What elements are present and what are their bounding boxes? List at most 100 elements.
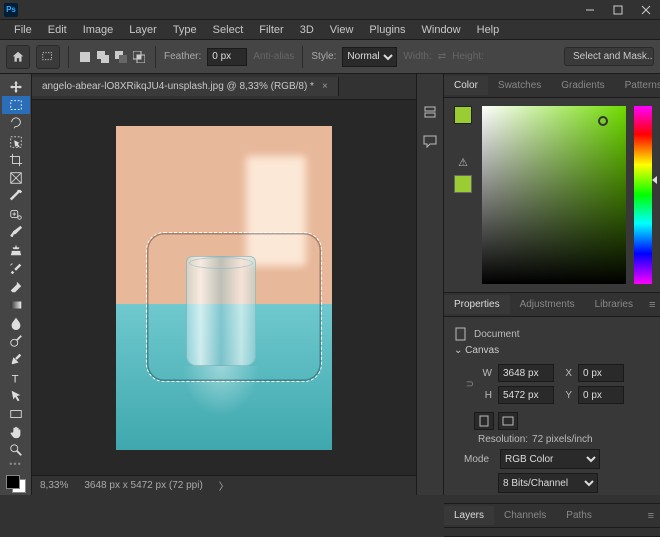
menu-plugins[interactable]: Plugins xyxy=(361,22,413,38)
lasso-tool[interactable] xyxy=(2,114,30,132)
canvas-viewport[interactable] xyxy=(32,100,416,475)
tool-preset-picker[interactable] xyxy=(36,45,60,69)
eyedropper-tool[interactable] xyxy=(2,187,30,205)
document-area: angelo-abear-lO8XRikqJU4-unsplash.jpg @ … xyxy=(32,74,416,495)
tab-gradients[interactable]: Gradients xyxy=(551,76,614,95)
clone-stamp-tool[interactable] xyxy=(2,241,30,259)
link-wh-icon[interactable]: ⊃ xyxy=(464,364,476,404)
edit-toolbar-icon[interactable]: ••• xyxy=(9,459,21,469)
maximize-button[interactable] xyxy=(604,0,632,20)
healing-brush-tool[interactable] xyxy=(2,205,30,223)
document-tab[interactable]: angelo-abear-lO8XRikqJU4-unsplash.jpg @ … xyxy=(32,77,339,96)
hand-tool[interactable] xyxy=(2,423,30,441)
canvas-width-input[interactable] xyxy=(498,364,554,382)
orientation-portrait-icon[interactable] xyxy=(474,412,494,430)
menu-view[interactable]: View xyxy=(322,22,362,38)
minimize-button[interactable] xyxy=(576,0,604,20)
menu-layer[interactable]: Layer xyxy=(121,22,165,38)
color-mode-select[interactable]: RGB Color xyxy=(500,449,600,469)
brush-tool[interactable] xyxy=(2,223,30,241)
menu-image[interactable]: Image xyxy=(75,22,122,38)
color-field[interactable] xyxy=(482,106,626,284)
canvas-y-input[interactable] xyxy=(578,386,624,404)
bit-depth-select[interactable]: 8 Bits/Channel xyxy=(498,473,598,493)
history-brush-tool[interactable] xyxy=(2,260,30,278)
foreground-color-swatch[interactable] xyxy=(6,475,20,489)
close-button[interactable] xyxy=(632,0,660,20)
menu-filter[interactable]: Filter xyxy=(251,22,291,38)
toolbox: T ••• xyxy=(0,74,32,495)
status-menu-icon[interactable]: 〉 xyxy=(219,478,229,493)
tab-patterns[interactable]: Patterns xyxy=(615,76,660,95)
subtract-from-selection-icon[interactable] xyxy=(113,49,129,65)
tab-adjustments[interactable]: Adjustments xyxy=(510,295,585,314)
frame-tool[interactable] xyxy=(2,169,30,187)
zoom-level[interactable]: 8,33% xyxy=(40,480,68,491)
intersect-selection-icon[interactable] xyxy=(131,49,147,65)
history-panel-icon[interactable] xyxy=(421,104,439,122)
menu-help[interactable]: Help xyxy=(469,22,508,38)
color-picker-ring[interactable] xyxy=(598,116,608,126)
blur-tool[interactable] xyxy=(2,314,30,332)
canvas-height-input[interactable] xyxy=(498,386,554,404)
mode-label: Mode xyxy=(464,454,494,465)
document-icon xyxy=(454,327,468,341)
selection-mode-group xyxy=(77,49,147,65)
move-tool[interactable] xyxy=(2,78,30,96)
color-fg-swatch[interactable] xyxy=(454,106,472,124)
menu-select[interactable]: Select xyxy=(205,22,252,38)
height-label: Height: xyxy=(452,51,484,62)
hue-slider[interactable] xyxy=(634,106,652,284)
menu-3d[interactable]: 3D xyxy=(292,22,322,38)
home-button[interactable] xyxy=(6,45,30,69)
tab-layers[interactable]: Layers xyxy=(444,506,494,525)
gamut-warning-icon[interactable]: ⚠ xyxy=(458,156,468,169)
foreground-background-colors[interactable] xyxy=(4,473,28,495)
options-bar: Feather: Anti-alias Style: Normal Width:… xyxy=(0,40,660,74)
panel-menu-icon[interactable]: ≡ xyxy=(643,299,660,311)
style-select[interactable]: Normal xyxy=(342,47,397,67)
orientation-landscape-icon[interactable] xyxy=(498,412,518,430)
style-label: Style: xyxy=(311,51,336,62)
object-selection-tool[interactable] xyxy=(2,132,30,150)
canvas-x-input[interactable] xyxy=(578,364,624,382)
tab-properties[interactable]: Properties xyxy=(444,295,510,314)
menu-file[interactable]: File xyxy=(6,22,40,38)
dodge-tool[interactable] xyxy=(2,332,30,350)
canvas-section-toggle[interactable]: Canvas xyxy=(454,345,650,356)
pen-tool[interactable] xyxy=(2,350,30,368)
tab-libraries[interactable]: Libraries xyxy=(585,295,643,314)
comments-panel-icon[interactable] xyxy=(421,132,439,150)
rectangular-marquee-tool[interactable] xyxy=(2,96,30,114)
eraser-tool[interactable] xyxy=(2,278,30,296)
swap-wh-icon: ⇄ xyxy=(438,51,446,62)
rectangle-tool[interactable] xyxy=(2,405,30,423)
status-bar: 8,33% 3648 px x 5472 px (72 ppi) 〉 xyxy=(32,475,416,495)
y-label: Y xyxy=(560,390,572,401)
tab-swatches[interactable]: Swatches xyxy=(488,76,551,95)
menu-type[interactable]: Type xyxy=(165,22,205,38)
menu-window[interactable]: Window xyxy=(414,22,469,38)
menu-edit[interactable]: Edit xyxy=(40,22,75,38)
resolution-label: Resolution: xyxy=(478,434,528,445)
tab-paths[interactable]: Paths xyxy=(556,506,602,525)
hue-indicator-icon[interactable] xyxy=(652,176,657,184)
panel-menu-icon[interactable]: ≡ xyxy=(642,510,660,522)
crop-tool[interactable] xyxy=(2,151,30,169)
new-selection-icon[interactable] xyxy=(77,49,93,65)
width-label: Width: xyxy=(403,51,431,62)
document-dimensions[interactable]: 3648 px x 5472 px (72 ppi) xyxy=(84,480,202,491)
close-tab-icon[interactable]: × xyxy=(322,81,328,92)
tab-color[interactable]: Color xyxy=(444,76,488,95)
feather-input[interactable] xyxy=(207,48,247,66)
tab-channels[interactable]: Channels xyxy=(494,506,556,525)
color-bg-swatch[interactable] xyxy=(454,175,472,193)
type-tool[interactable]: T xyxy=(2,369,30,387)
zoom-tool[interactable] xyxy=(2,441,30,459)
path-selection-tool[interactable] xyxy=(2,387,30,405)
canvas[interactable] xyxy=(116,126,332,450)
select-and-mask-button[interactable]: Select and Mask... xyxy=(564,47,654,66)
add-to-selection-icon[interactable] xyxy=(95,49,111,65)
gradient-tool[interactable] xyxy=(2,296,30,314)
resolution-value: 72 pixels/inch xyxy=(532,434,593,445)
